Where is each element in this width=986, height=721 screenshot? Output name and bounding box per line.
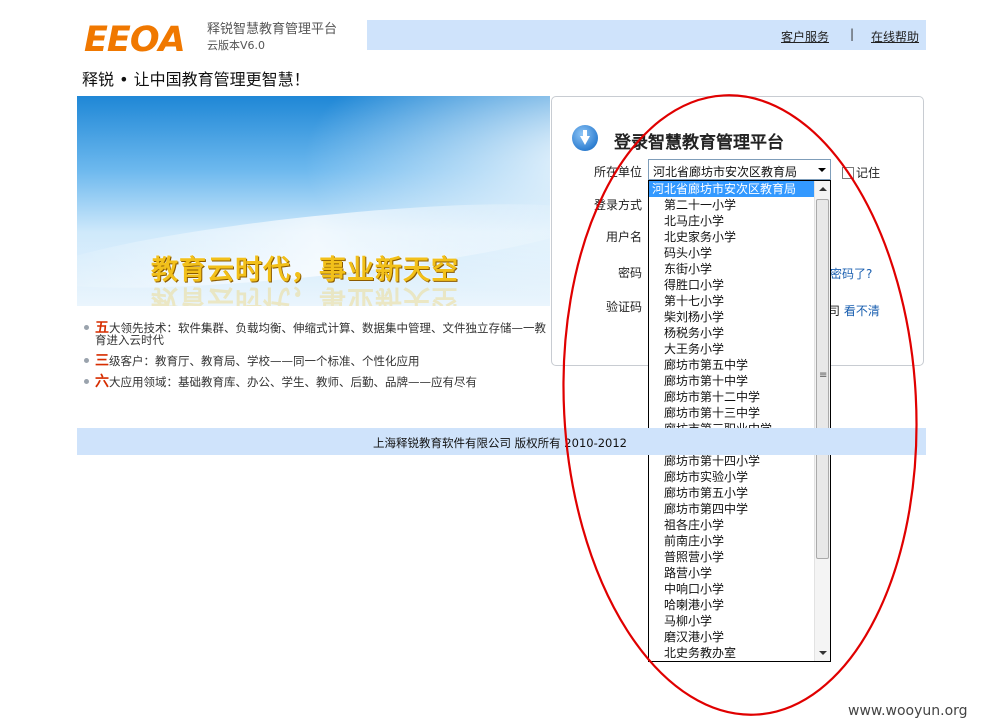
dropdown-option[interactable]: 北马庄小学 — [649, 213, 815, 229]
watermark: www.wooyun.org — [848, 703, 968, 719]
feature-text: 级客户：教育厅、教育局、学校——同一个标准、个性化应用 — [109, 354, 420, 368]
checkbox-icon[interactable] — [842, 167, 854, 179]
scroll-thumb[interactable] — [816, 199, 829, 559]
chevron-down-icon[interactable] — [814, 160, 830, 179]
dropdown-option[interactable]: 杨税务小学 — [649, 325, 815, 341]
dropdown-option[interactable]: 北史务教办室 — [649, 645, 815, 661]
password-label: 密码 — [618, 266, 643, 280]
logo-subtitle: 释锐智慧教育管理平台 云版本V6.0 — [207, 22, 337, 54]
copyright-text: 上海释锐教育软件有限公司 版权所有 2010-2012 — [373, 436, 627, 450]
unit-select[interactable]: 河北省廊坊市安次区教育局 — [648, 159, 831, 180]
down-arrow-icon — [572, 125, 598, 151]
dropdown-option[interactable]: 廊坊市第五小学 — [649, 485, 815, 501]
dropdown-option[interactable]: 中响口小学 — [649, 581, 815, 597]
bullet-icon — [84, 325, 89, 330]
link-separator: | — [850, 27, 855, 41]
dropdown-option[interactable]: 磨汉港小学 — [649, 629, 815, 645]
remember-checkbox[interactable]: 记住 — [842, 164, 880, 181]
dropdown-option[interactable]: 第十七小学 — [649, 293, 815, 309]
captcha-refresh: 司 看不清 — [828, 302, 880, 319]
unit-dropdown-list[interactable]: 河北省廊坊市安次区教育局 第二十一小学 北马庄小学 北史家务小学 码头小学 东街小学 得胜口… — [648, 180, 831, 662]
site-slogan: 释锐 • 让中国教育管理更智慧！ — [82, 70, 310, 89]
feature-item: 六大应用领域：基础教育库、办公、学生、教师、后勤、品牌——应有尽有 — [84, 374, 549, 390]
unit-label: 所在单位 — [594, 165, 643, 179]
dropdown-option[interactable]: 廊坊市第四中学 — [649, 501, 815, 517]
feature-list: 五大领先技术：软件集群、负载均衡、伸缩式计算、数据集中管理、文件独立存储—一教育… — [84, 321, 549, 397]
dropdown-option[interactable]: 柴刘杨小学 — [649, 309, 815, 325]
bullet-icon — [84, 379, 89, 384]
forgot-password-link[interactable]: 密码了? — [830, 265, 872, 282]
dropdown-option[interactable]: 普照营小学 — [649, 549, 815, 565]
dropdown-option[interactable]: 第二十一小学 — [649, 197, 815, 213]
dropdown-option[interactable]: 得胜口小学 — [649, 277, 815, 293]
dropdown-option[interactable]: 前南庄小学 — [649, 533, 815, 549]
bullet-icon — [84, 358, 89, 363]
dropdown-options: 河北省廊坊市安次区教育局 第二十一小学 北马庄小学 北史家务小学 码头小学 东街小学 得胜口… — [649, 181, 815, 661]
dropdown-option[interactable]: 河北省廊坊市安次区教育局 — [649, 181, 815, 197]
login-title: 登录智慧教育管理平台 — [614, 133, 784, 153]
dropdown-option[interactable]: 哈喇港小学 — [649, 597, 815, 613]
dropdown-option[interactable]: 马柳小学 — [649, 613, 815, 629]
banner-headline-reflection: 教育云时代，事业新天空 — [151, 283, 459, 306]
feature-text: 大领先技术：软件集群、负载均衡、伸缩式计算、数据集中管理、文件独立存储—一教育进… — [95, 321, 546, 347]
footer-bar: 上海释锐教育软件有限公司 版权所有 2010-2012 — [77, 428, 926, 455]
dropdown-option[interactable]: 廊坊市第十四小学 — [649, 453, 815, 469]
hero-banner: 教育云时代，事业新天空 教育云时代，事业新天空 — [77, 96, 550, 306]
dropdown-scrollbar[interactable] — [814, 181, 830, 661]
dropdown-option[interactable]: 廊坊市第五中学 — [649, 357, 815, 373]
dropdown-option[interactable]: 东街小学 — [649, 261, 815, 277]
captcha-label: 验证码 — [606, 300, 643, 314]
top-link-bar: 客户服务 | 在线帮助 — [367, 20, 926, 50]
feature-lead: 六 — [95, 374, 109, 390]
dropdown-option[interactable]: 大王务小学 — [649, 341, 815, 357]
product-version: 云版本V6.0 — [207, 39, 266, 52]
dropdown-option[interactable]: 祖各庄小学 — [649, 517, 815, 533]
dropdown-option[interactable]: 廊坊市第十三中学 — [649, 405, 815, 421]
login-method-label: 登录方式 — [594, 198, 643, 212]
dropdown-option[interactable]: 码头小学 — [649, 245, 815, 261]
feature-item: 五大领先技术：软件集群、负载均衡、伸缩式计算、数据集中管理、文件独立存储—一教育… — [84, 321, 549, 347]
dropdown-option[interactable]: 路营小学 — [649, 565, 815, 581]
dropdown-option[interactable]: 廊坊市实验小学 — [649, 469, 815, 485]
customer-service-link[interactable]: 客户服务 — [781, 28, 829, 45]
feature-text: 大应用领域：基础教育库、办公、学生、教师、后勤、品牌——应有尽有 — [109, 375, 477, 389]
scroll-up-icon[interactable] — [815, 181, 830, 197]
cant-see-link[interactable]: 看不清 — [844, 304, 880, 318]
dropdown-option[interactable]: 廊坊市第十中学 — [649, 373, 815, 389]
remember-label: 记住 — [856, 166, 881, 180]
username-label: 用户名 — [606, 230, 643, 244]
product-name: 释锐智慧教育管理平台 — [207, 22, 338, 37]
scroll-down-icon[interactable] — [815, 645, 830, 661]
feature-lead: 三 — [95, 353, 109, 369]
feature-item: 三级客户：教育厅、教育局、学校——同一个标准、个性化应用 — [84, 353, 549, 369]
unit-select-value: 河北省廊坊市安次区教育局 — [653, 165, 798, 179]
eeoa-logo: EEOA — [84, 20, 186, 60]
online-help-link[interactable]: 在线帮助 — [871, 28, 919, 45]
dropdown-option[interactable]: 廊坊市第十二中学 — [649, 389, 815, 405]
dropdown-option[interactable]: 北史家务小学 — [649, 229, 815, 245]
